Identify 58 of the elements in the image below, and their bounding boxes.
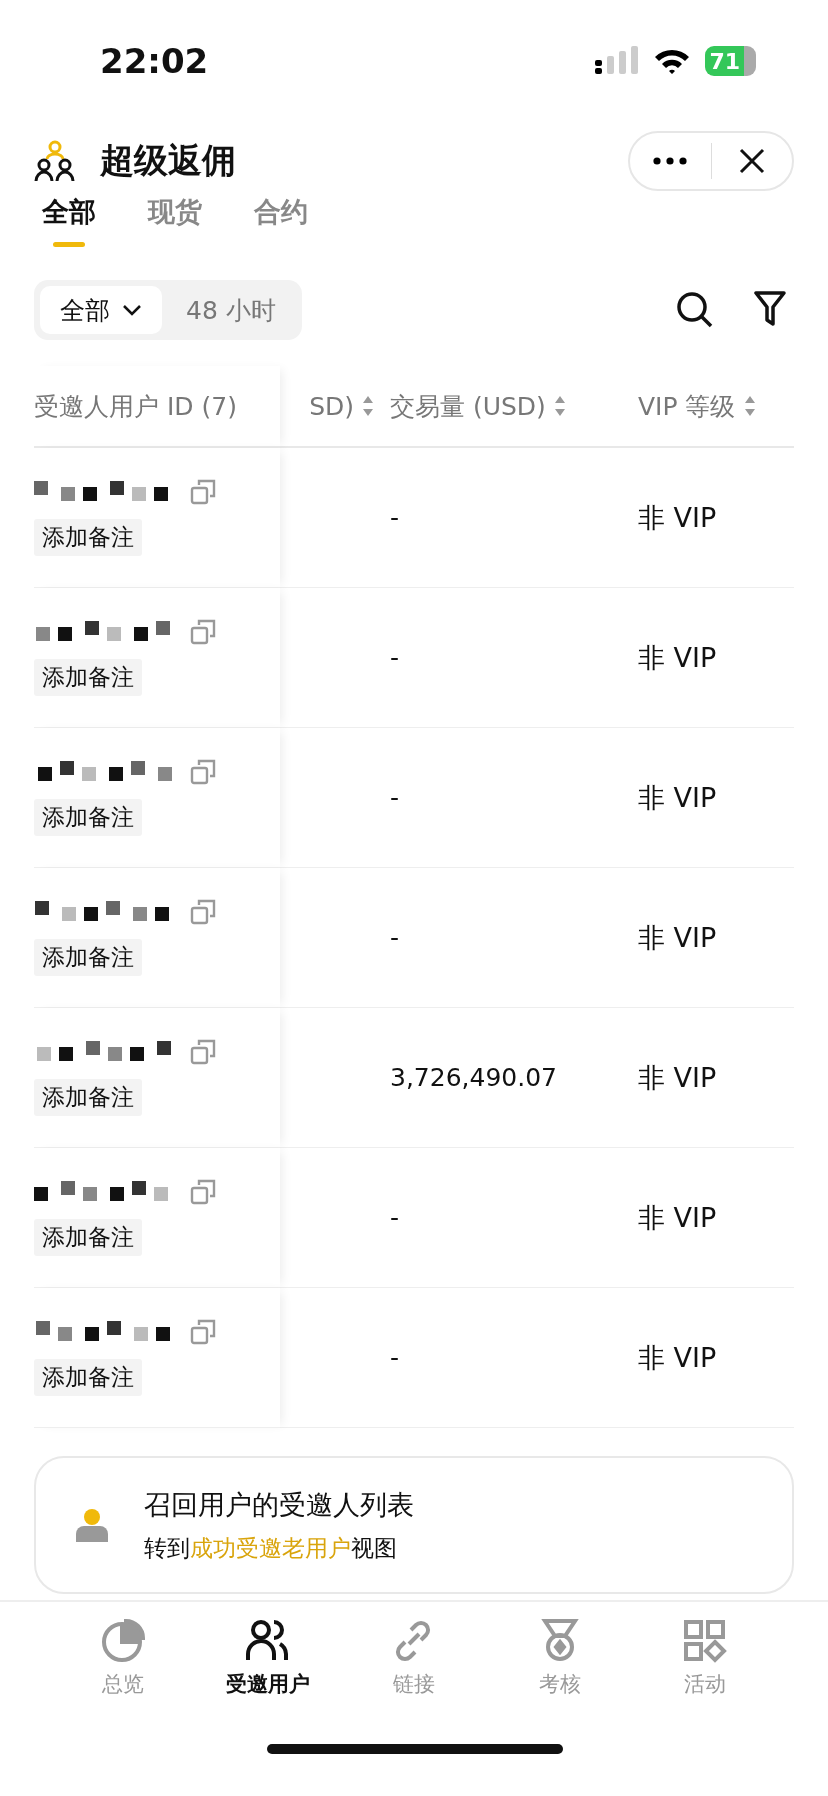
add-note-button[interactable]: 添加备注	[34, 519, 142, 556]
volume-cell: -	[390, 783, 400, 812]
copy-icon[interactable]	[190, 1179, 216, 1205]
category-tab[interactable]: 合约	[254, 194, 308, 230]
add-note-button[interactable]: 添加备注	[34, 1079, 142, 1116]
hint-text: 转到	[144, 1533, 190, 1563]
volume-cell: -	[390, 643, 400, 672]
category-tab[interactable]: 全部	[42, 194, 96, 230]
vip-level-cell-text: 非 VIP	[638, 1340, 717, 1375]
more-icon	[653, 157, 688, 165]
column-header: VIP 等级	[638, 390, 736, 423]
tab-indicator	[53, 242, 85, 247]
vip-level-cell-text: 非 VIP	[638, 920, 717, 955]
column-header: 受邀人用户 ID (7)	[34, 390, 237, 423]
card-title: 召回用户的受邀人列表	[144, 1487, 414, 1522]
sort-icon[interactable]	[743, 395, 756, 417]
page-title: 超级返佣	[100, 139, 237, 182]
vip-level-cell-text: 非 VIP	[638, 500, 717, 535]
volume-cell: -	[390, 1203, 400, 1232]
period-option[interactable]: 全部	[40, 286, 162, 334]
vip-level-cell-text: 非 VIP	[638, 640, 717, 675]
add-note-button[interactable]: 添加备注	[34, 659, 142, 696]
category-tab[interactable]: 现货	[148, 194, 202, 230]
filter-icon[interactable]	[754, 291, 786, 327]
user-icon	[74, 1508, 110, 1542]
volume-cell: -	[390, 1343, 400, 1372]
chevron-down-icon	[122, 304, 142, 316]
column-header: 交易量 (USD)	[390, 390, 546, 423]
overview-icon	[99, 1618, 146, 1664]
sort-icon[interactable]	[362, 395, 374, 417]
vip-level-cell-text: 非 VIP	[638, 1060, 717, 1095]
search-icon[interactable]	[676, 291, 714, 329]
copy-icon[interactable]	[190, 759, 216, 785]
add-note-button[interactable]: 添加备注	[34, 1359, 142, 1396]
vip-level-cell-text: 非 VIP	[638, 780, 717, 815]
apps-icon	[682, 1618, 729, 1664]
copy-icon[interactable]	[190, 619, 216, 645]
period-option[interactable]: 48 小时	[166, 286, 296, 334]
volume-cell: -	[390, 503, 400, 532]
vip-level-cell-text: 非 VIP	[638, 1200, 717, 1235]
add-note-button[interactable]: 添加备注	[34, 939, 142, 976]
nav-tab[interactable]: 受邀用户	[213, 1618, 324, 1698]
sort-icon[interactable]	[553, 395, 566, 417]
close-icon	[738, 148, 765, 174]
users-icon	[34, 139, 76, 183]
column-header: SD)	[309, 391, 354, 421]
volume-cell: -	[390, 923, 400, 952]
hint-text: 视图	[351, 1533, 397, 1563]
copy-icon[interactable]	[190, 479, 216, 505]
copy-icon[interactable]	[190, 1319, 216, 1345]
signal-icon	[595, 46, 640, 76]
status-time: 22:02	[100, 41, 209, 81]
add-note-button[interactable]: 添加备注	[34, 1219, 142, 1256]
copy-icon[interactable]	[190, 1039, 216, 1065]
volume-cell: 3,726,490.07	[390, 1063, 557, 1092]
copy-icon[interactable]	[190, 899, 216, 925]
add-note-button[interactable]: 添加备注	[34, 799, 142, 836]
wifi-icon	[653, 47, 692, 75]
